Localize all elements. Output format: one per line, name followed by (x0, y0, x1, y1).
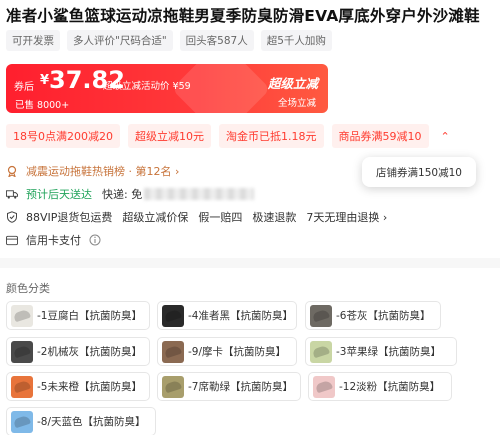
chevron-up-icon[interactable]: ⌃ (441, 130, 450, 143)
rank-row[interactable]: 减震运动拖鞋热销榜 · 第12名 › (6, 163, 179, 179)
color-option-label: -6苍灰【抗菌防臭】 (336, 310, 431, 322)
services-row[interactable]: 88VIP退货包运费 超级立减价保 假一赔四 极速退款 7天无理由退换 › (6, 209, 397, 225)
color-thumbnail (310, 304, 332, 327)
color-option-label: -8/天蓝色【抗菌防臭】 (37, 416, 146, 428)
coupon-item[interactable]: 18号0点满200减20 (6, 124, 120, 148)
service-item: 假一赔四 (198, 211, 243, 224)
color-thumbnail (162, 304, 184, 327)
service-item: 极速退款 (252, 211, 297, 224)
color-option[interactable]: -5未来橙【抗菌防臭】 (6, 372, 150, 401)
credit-card-icon (6, 234, 18, 246)
coupon-item[interactable]: 淘金币已抵1.18元 (219, 124, 324, 148)
service-item: 88VIP退货包运费 (26, 211, 113, 224)
delivery-estimate: 预计后天送达 (26, 188, 92, 201)
color-option-label: -7席勒绿【抗菌防臭】 (188, 381, 293, 393)
color-thumbnail (162, 340, 184, 363)
price-currency: ¥ (40, 73, 50, 88)
color-option-label: -1豆腐白【抗菌防臭】 (37, 310, 142, 322)
color-option[interactable]: -3苹果绿【抗菌防臭】 (305, 337, 457, 366)
color-thumbnail (162, 375, 184, 398)
color-option[interactable]: -1豆腐白【抗菌防臭】 (6, 301, 150, 330)
color-option[interactable]: -2机械灰【抗菌防臭】 (6, 337, 150, 366)
coupon-item[interactable]: 商品券满59减10 (331, 124, 429, 148)
section-divider (0, 258, 500, 268)
color-thumbnail (11, 304, 33, 327)
sold-count: 已售 8000+ (15, 100, 70, 111)
promo-price: 超级立减活动价 ¥59 (103, 81, 191, 92)
service-item: 超级立减价保 (122, 211, 189, 224)
payment-text: 信用卡支付 (26, 234, 81, 247)
payment-row[interactable]: 信用卡支付 (6, 232, 109, 248)
product-tags: 可开发票 多人评价"尺码合适" 回头客587人 超5千人加购 (6, 30, 332, 51)
product-title: 准者小鲨鱼篮球运动凉拖鞋男夏季防臭防滑EVA厚底外穿户外沙滩鞋 (6, 7, 480, 25)
color-thumbnail (11, 410, 33, 433)
color-option-label: -12淡粉【抗菌防臭】 (339, 381, 441, 393)
rank-text: 减震运动拖鞋热销榜 · 第12名 › (26, 165, 180, 178)
tag-cart-count[interactable]: 超5千人加购 (260, 30, 332, 51)
color-thumbnail (313, 375, 335, 398)
tag-repeat-customers[interactable]: 回头客587人 (179, 30, 254, 51)
color-option-label: -3苹果绿【抗菌防臭】 (336, 346, 441, 358)
color-option[interactable]: -12淡粉【抗菌防臭】 (308, 372, 452, 401)
trophy-icon (6, 165, 18, 177)
truck-icon (6, 188, 18, 200)
store-coupon-tooltip: 店铺券满150减10 (362, 157, 476, 187)
color-option[interactable]: -7席勒绿【抗菌防臭】 (157, 372, 301, 401)
price-banner[interactable]: 券后 ¥ 37.82 超级立减活动价 ¥59 已售 8000+ 超级立减 全场立… (6, 64, 328, 113)
color-option-label: -2机械灰【抗菌防臭】 (37, 346, 142, 358)
super-discount-subtitle: 全场立减 (277, 98, 316, 109)
color-thumbnail (11, 340, 33, 363)
color-option[interactable]: -4准者黑【抗菌防臭】 (157, 301, 297, 330)
shipping-row[interactable]: 预计后天送达 快递: 免 (6, 186, 255, 202)
color-option[interactable]: -6苍灰【抗菌防臭】 (305, 301, 441, 330)
blurred-address (144, 188, 255, 200)
color-option-label: -9/摩卡【抗菌防臭】 (188, 346, 287, 358)
color-option-label: -5未来橙【抗菌防臭】 (37, 381, 142, 393)
tag-size-review[interactable]: 多人评价"尺码合适" (67, 30, 173, 51)
tag-invoice[interactable]: 可开发票 (6, 30, 60, 51)
price-prefix: 券后 (14, 82, 34, 93)
coupon-row: 18号0点满200减20 超级立减10元 淘金币已抵1.18元 商品券满59减1… (6, 124, 450, 148)
color-option[interactable]: -8/天蓝色【抗菌防臭】 (6, 407, 156, 435)
shipping-text: 快递: 免 (102, 188, 143, 201)
shield-icon (6, 211, 18, 223)
coupon-item[interactable]: 超级立减10元 (128, 124, 211, 148)
service-item: 7天无理由退换 › (306, 211, 388, 224)
super-discount-title: 超级立减 (267, 76, 318, 91)
color-thumbnail (11, 375, 33, 398)
color-section-title: 颜色分类 (6, 282, 50, 295)
color-option-label: -4准者黑【抗菌防臭】 (188, 310, 293, 322)
info-icon[interactable] (89, 234, 101, 246)
color-option[interactable]: -9/摩卡【抗菌防臭】 (157, 337, 297, 366)
color-thumbnail (310, 340, 332, 363)
